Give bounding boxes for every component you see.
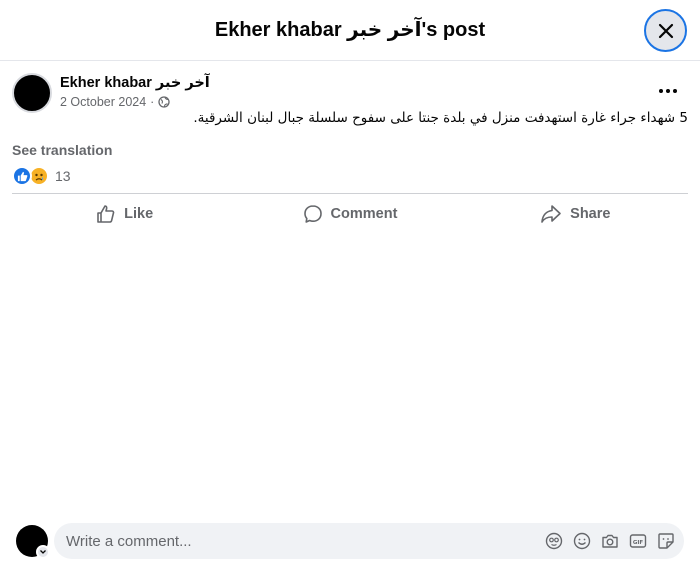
meta-separator: · [150, 95, 155, 109]
comment-label: Comment [330, 206, 398, 222]
comment-button[interactable]: Comment [237, 196, 462, 232]
share-arrow-icon [541, 205, 561, 223]
reactions-summary[interactable]: 13 [12, 166, 71, 186]
profile-switch-badge[interactable] [36, 545, 50, 559]
comment-input[interactable] [66, 523, 526, 559]
sticker-icon[interactable] [656, 531, 676, 551]
post-header: Ekher khabar آخر خبر 2 October 2024 · [12, 73, 688, 113]
post-actions: Like Comment Share [12, 196, 688, 232]
avatar-sticker-icon[interactable] [544, 531, 564, 551]
gif-icon[interactable]: GIF [628, 531, 648, 551]
author-name[interactable]: Ekher khabar آخر خبر [60, 75, 210, 91]
modal-title: Ekher khabar آخر خبر's post [214, 19, 486, 41]
comment-input-wrapper: GIF [54, 523, 684, 559]
more-dot-icon [659, 89, 663, 93]
post-meta: 2 October 2024 · [60, 95, 170, 109]
close-button[interactable] [644, 9, 687, 52]
emoji-icon[interactable] [572, 531, 592, 551]
sad-reaction-icon [29, 166, 49, 186]
thumbs-up-icon [97, 205, 115, 223]
author-avatar[interactable] [12, 73, 52, 113]
like-button[interactable]: Like [12, 196, 237, 232]
modal-header: Ekher khabar آخر خبر's post [0, 0, 700, 61]
share-label: Share [570, 206, 611, 222]
post-text: 5 شهداء جراء غارة استهدفت منزل في بلدة ج… [193, 110, 688, 126]
chevron-down-icon [40, 550, 46, 554]
more-dot-icon [666, 89, 670, 93]
see-translation-link[interactable]: See translation [12, 142, 112, 158]
divider [12, 193, 688, 194]
globe-icon [158, 96, 170, 108]
close-icon [658, 23, 673, 38]
post-date[interactable]: 2 October 2024 [60, 95, 146, 109]
comment-composer: GIF [16, 523, 686, 559]
more-options-button[interactable] [654, 81, 682, 101]
share-button[interactable]: Share [463, 196, 688, 232]
camera-icon[interactable] [600, 531, 620, 551]
comment-tools: GIF [544, 531, 676, 551]
reaction-count: 13 [55, 168, 71, 184]
svg-text:GIF: GIF [633, 540, 644, 546]
like-reaction-icon [12, 166, 32, 186]
like-label: Like [124, 206, 154, 222]
more-dot-icon [673, 89, 677, 93]
comment-bubble-icon [303, 205, 322, 223]
